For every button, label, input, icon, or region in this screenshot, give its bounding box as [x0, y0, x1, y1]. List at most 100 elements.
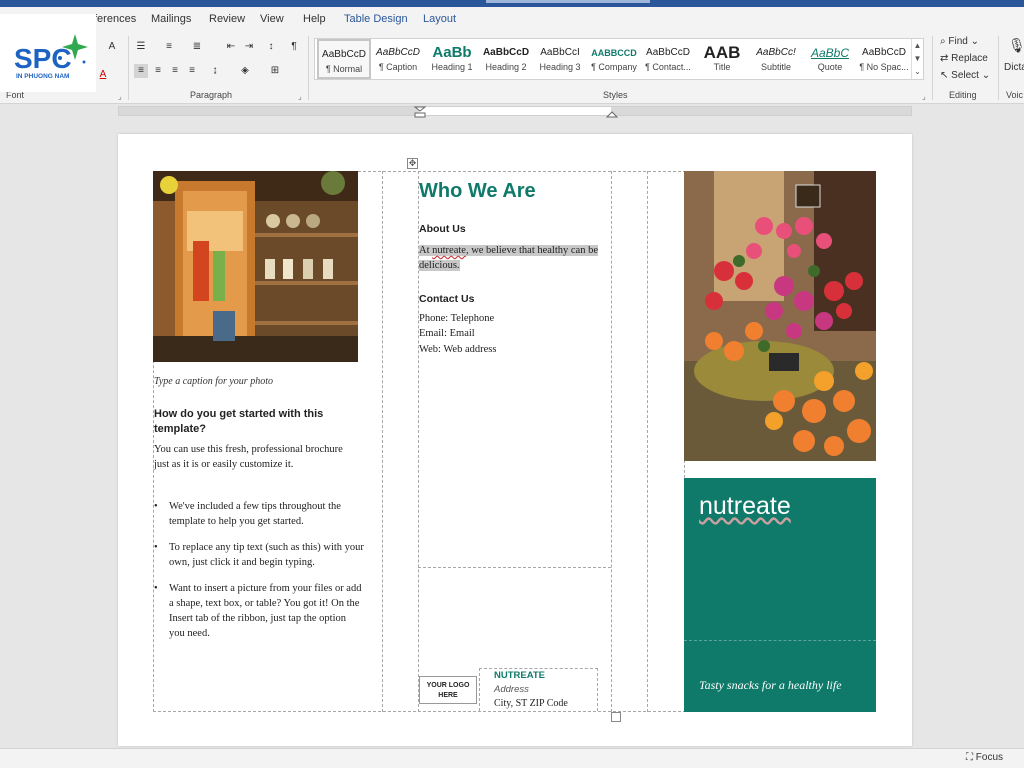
- focus-icon: ⛶: [966, 752, 976, 763]
- microphone-icon[interactable]: 🎙: [1008, 38, 1024, 52]
- select-button[interactable]: ↖ Select ⌄: [940, 70, 990, 81]
- horizontal-ruler[interactable]: [118, 105, 912, 119]
- line-spacing-icon[interactable]: ↨: [208, 64, 222, 78]
- tab-table-design[interactable]: Table Design: [344, 13, 408, 25]
- bullets-icon[interactable]: ☰: [134, 40, 148, 54]
- table-gridline: [479, 668, 480, 711]
- find-button[interactable]: ⌕ Find ⌄: [940, 36, 979, 47]
- indent-marker-icon[interactable]: [413, 105, 427, 119]
- shop-interior-photo[interactable]: [153, 171, 358, 362]
- company-name[interactable]: NUTREATE: [494, 670, 545, 681]
- city-line[interactable]: City, ST ZIP Code: [494, 698, 568, 709]
- logo-placeholder[interactable]: YOUR LOGO HERE: [419, 676, 477, 704]
- editing-group-label: Editing: [949, 90, 977, 100]
- about-us-text[interactable]: At nutreate, we believe that healthy can…: [419, 243, 609, 273]
- clear-formatting-icon[interactable]: A: [105, 40, 119, 54]
- style-no-spacing[interactable]: AaBbCcD ¶ No Spac...: [857, 39, 911, 79]
- address-line[interactable]: Address: [494, 684, 529, 695]
- font-color-icon[interactable]: A: [96, 68, 110, 82]
- brand-title[interactable]: nutreate: [699, 492, 791, 521]
- styles-gallery: AaBbCcD ¶ Normal AaBbCcD ¶ Caption AaBb Hea…: [314, 38, 924, 80]
- style-normal[interactable]: AaBbCcD ¶ Normal: [317, 39, 371, 79]
- tagline-text[interactable]: Tasty snacks for a healthy life: [699, 678, 842, 693]
- table-gridline: [597, 668, 598, 711]
- dictate-button[interactable]: Dicta: [1004, 62, 1024, 73]
- multilevel-list-icon[interactable]: ≣: [190, 40, 204, 54]
- style-title[interactable]: AAB Title: [695, 39, 749, 79]
- group-separator: [308, 36, 309, 100]
- contact-web[interactable]: Web: Web address: [419, 344, 496, 355]
- increase-indent-icon[interactable]: ⇥: [242, 40, 256, 54]
- table-resize-handle[interactable]: [611, 712, 621, 722]
- style-contact[interactable]: AaBbCcD ¶ Contact...: [641, 39, 695, 79]
- numbering-icon[interactable]: ≡: [162, 40, 176, 54]
- align-center-icon[interactable]: ≡: [151, 64, 165, 78]
- right-indent-marker-icon[interactable]: [605, 105, 619, 119]
- borders-icon[interactable]: ⊞: [268, 64, 282, 78]
- list-item[interactable]: We've included a few tips throughout the…: [154, 499, 364, 529]
- tab-view[interactable]: View: [260, 13, 284, 25]
- about-us-heading[interactable]: About Us: [419, 223, 466, 235]
- list-item[interactable]: To replace any tip text (such as this) w…: [154, 540, 364, 570]
- group-separator: [998, 36, 999, 100]
- gallery-more-icon[interactable]: ⌄: [914, 67, 921, 76]
- cursor-icon: ↖: [940, 70, 952, 81]
- photo-caption[interactable]: Type a caption for your photo: [154, 376, 273, 387]
- style-subtitle[interactable]: AaBbCc! Subtitle: [749, 39, 803, 79]
- chevron-up-icon[interactable]: ▲: [914, 41, 922, 50]
- paragraph-dialog-launcher-icon[interactable]: ⌟: [298, 92, 302, 101]
- focus-mode-button[interactable]: ⛶ Focus: [966, 752, 1003, 763]
- title-search-box[interactable]: [486, 0, 650, 3]
- table-gridline: [418, 567, 611, 568]
- styles-group-label: Styles: [603, 90, 628, 100]
- table-move-handle-icon[interactable]: ✥: [407, 158, 418, 169]
- style-company[interactable]: AABBCCD ¶ Company: [587, 39, 641, 79]
- table-gridline: [382, 171, 383, 712]
- voice-group-label: Voic: [1006, 90, 1024, 100]
- align-left-icon[interactable]: ≡: [134, 64, 148, 78]
- paragraph-group-label: Paragraph: [190, 90, 233, 100]
- selected-text: At nutreate, we believe that healthy can…: [419, 245, 599, 271]
- list-item[interactable]: Want to insert a picture from your files…: [154, 581, 364, 641]
- tab-review[interactable]: Review: [209, 13, 245, 25]
- chevron-down-icon[interactable]: ▼: [914, 54, 922, 63]
- get-started-body[interactable]: You can use this fresh, professional bro…: [154, 442, 354, 472]
- sort-icon[interactable]: ↕: [264, 40, 278, 54]
- show-marks-icon[interactable]: ¶: [287, 40, 301, 54]
- table-gridline: [647, 171, 648, 712]
- contact-us-heading[interactable]: Contact Us: [419, 293, 474, 305]
- style-heading-1[interactable]: AaBb Heading 1: [425, 39, 479, 79]
- table-gridline: [479, 668, 598, 669]
- justify-icon[interactable]: ≡: [185, 64, 199, 78]
- ribbon-tab-bar: gn ferences Mailings Review View Help Ta…: [0, 0, 1024, 32]
- tab-references[interactable]: ferences: [94, 13, 136, 25]
- gallery-scroll[interactable]: ▲ ▼ ⌄: [911, 39, 923, 79]
- contact-phone[interactable]: Phone: Telephone: [419, 313, 494, 324]
- align-right-icon[interactable]: ≡: [168, 64, 182, 78]
- style-heading-3[interactable]: AaBbCcI Heading 3: [533, 39, 587, 79]
- who-we-are-heading[interactable]: Who We Are: [419, 180, 536, 203]
- styles-dialog-launcher-icon[interactable]: ⌟: [922, 92, 926, 101]
- contact-email[interactable]: Email: Email: [419, 328, 475, 339]
- style-heading-2[interactable]: AaBbCcD Heading 2: [479, 39, 533, 79]
- tab-help[interactable]: Help: [303, 13, 326, 25]
- spc-logo-icon: SPC IN PHUONG NAM: [14, 34, 88, 80]
- style-quote[interactable]: AaBbC Quote: [803, 39, 857, 79]
- tab-layout[interactable]: Layout: [423, 13, 456, 25]
- flower-market-photo[interactable]: [684, 171, 876, 461]
- svg-text:SPC: SPC: [14, 43, 72, 74]
- tab-mailings[interactable]: Mailings: [151, 13, 191, 25]
- style-caption[interactable]: AaBbCcD ¶ Caption: [371, 39, 425, 79]
- table-gridline: [611, 171, 612, 712]
- decrease-indent-icon[interactable]: ⇤: [224, 40, 238, 54]
- ruler-margin-left: [119, 107, 419, 115]
- group-separator: [128, 36, 129, 100]
- get-started-heading[interactable]: How do you get started with this templat…: [154, 407, 344, 437]
- font-dialog-launcher-icon[interactable]: ⌟: [118, 92, 122, 101]
- shading-icon[interactable]: ◈: [238, 64, 252, 78]
- spelling-error-word[interactable]: nutreate: [432, 245, 466, 256]
- replace-button[interactable]: ⇄ Replace: [940, 53, 988, 64]
- ruler-margin-right: [611, 107, 911, 115]
- tips-list: We've included a few tips throughout the…: [154, 499, 364, 652]
- svg-text:IN PHUONG NAM: IN PHUONG NAM: [16, 73, 69, 80]
